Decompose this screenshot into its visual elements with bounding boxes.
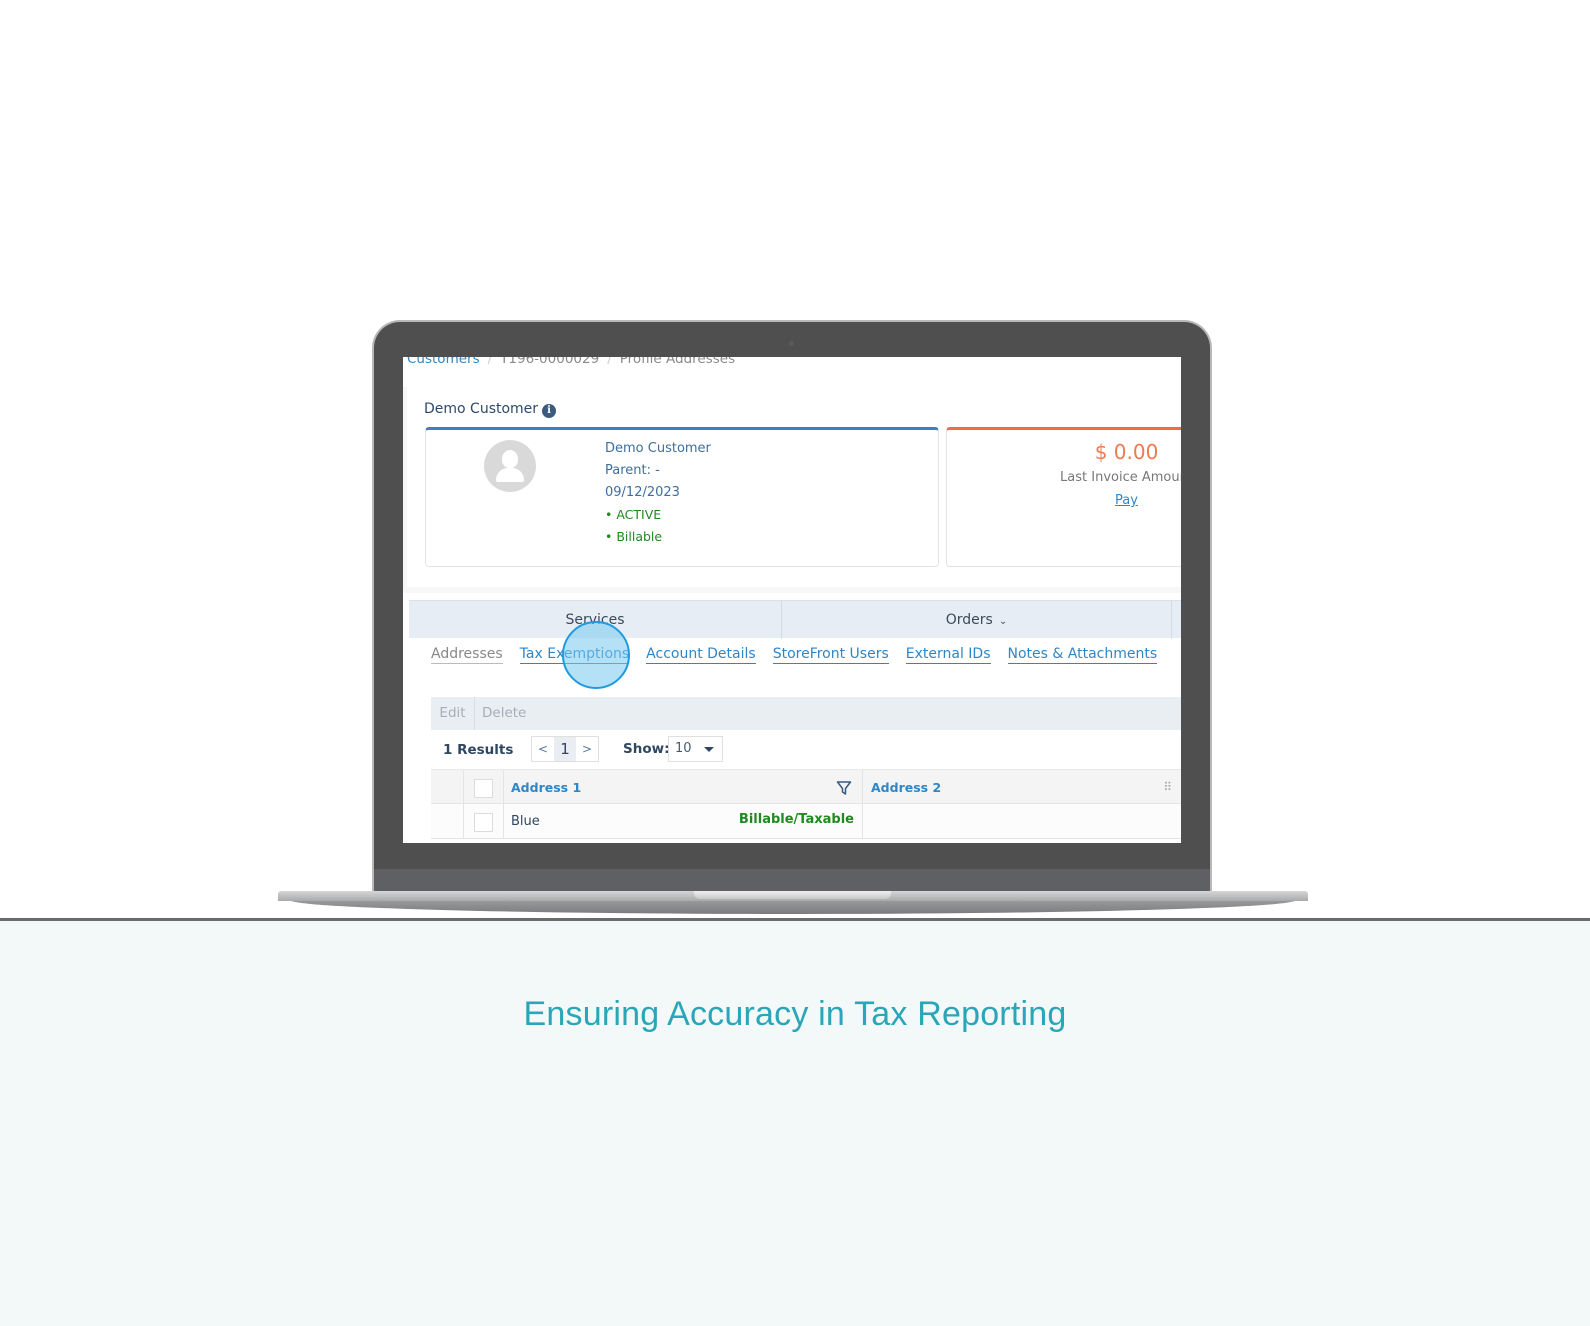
tab-addresses[interactable]: Addresses xyxy=(431,646,503,664)
invoice-card: $ 0.00 Last Invoice Amount Pay xyxy=(946,427,1181,567)
table-toolbar: Edit Delete xyxy=(431,697,1181,730)
cell-address1: Blue Billable/Taxable xyxy=(511,804,863,839)
billable-taxable-badge: Billable/Taxable xyxy=(738,812,854,827)
info-circle-icon[interactable]: i xyxy=(542,404,557,418)
column-header-address1[interactable]: Address 1 xyxy=(511,770,863,805)
nav-orders-label: Orders xyxy=(945,612,993,628)
filter-icon[interactable] xyxy=(836,780,852,796)
breadcrumb: Customers / T196-0000029 / Profile Addresses xyxy=(407,357,735,367)
results-count: 1 Results xyxy=(443,742,514,758)
profile-subtabs: AddressesTax ExemptionsAccount DetailsSt… xyxy=(431,646,1174,664)
edit-button[interactable]: Edit xyxy=(431,697,475,730)
tab-account-details[interactable]: Account Details xyxy=(646,646,756,664)
laptop-screen: Customers / T196-0000029 / Profile Addresses… xyxy=(403,357,1181,843)
cell-address1-text: Blue xyxy=(511,814,540,829)
profile-parent: Parent: - xyxy=(605,463,660,478)
breadcrumb-customers[interactable]: Customers xyxy=(407,357,480,367)
main-nav: Services Orders ⌄ xyxy=(409,600,1181,639)
delete-button[interactable]: Delete xyxy=(482,697,526,730)
caption: Ensuring Accuracy in Tax Reporting xyxy=(523,995,1067,1033)
row-grip-cell xyxy=(431,770,464,805)
show-label: Show: xyxy=(623,741,670,757)
customer-title: Demo Customer i xyxy=(424,401,557,418)
breadcrumb-account-id[interactable]: T196-0000029 xyxy=(500,357,599,367)
pay-link[interactable]: Pay xyxy=(947,493,1181,508)
background-bottom xyxy=(0,921,1590,1326)
tab-notes-attachments[interactable]: Notes & Attachments xyxy=(1007,646,1158,664)
laptop-notch xyxy=(694,891,891,899)
row-checkbox[interactable] xyxy=(474,813,493,832)
breadcrumb-separator: / xyxy=(607,357,612,367)
addresses-table: Address 1 Address 2 ⠿ Blue Billable/Taxa… xyxy=(431,769,1181,839)
row-select-cell xyxy=(464,804,504,839)
select-all-checkbox[interactable] xyxy=(474,779,493,798)
current-page[interactable]: 1 xyxy=(554,737,576,761)
column-header-address2[interactable]: Address 2 ⠿ xyxy=(871,770,1181,805)
customer-title-text: Demo Customer xyxy=(424,401,539,417)
billing-badge: • Billable xyxy=(605,529,663,544)
chevron-down-icon: ⌄ xyxy=(998,616,1008,627)
page-size-value: 10 xyxy=(675,741,692,756)
invoice-amount: $ 0.00 xyxy=(1094,440,1159,464)
pagination: < 1 > xyxy=(531,736,599,762)
breadcrumb-separator: / xyxy=(487,357,493,367)
table-row[interactable]: Blue Billable/Taxable xyxy=(431,804,1181,839)
page-size-select[interactable]: 10 xyxy=(668,736,723,762)
profile-name: Demo Customer xyxy=(605,441,711,456)
cell-address2 xyxy=(871,804,1181,839)
click-indicator xyxy=(562,621,630,689)
profile-details: Demo Customer Parent: - 09/12/2023 • ACT… xyxy=(605,438,711,548)
tab-storefront-users[interactable]: StoreFront Users xyxy=(772,646,889,664)
profile-card: Demo Customer Parent: - 09/12/2023 • ACT… xyxy=(425,427,939,567)
column-header-address2-label: Address 2 xyxy=(871,780,942,795)
tab-external-ids[interactable]: External IDs xyxy=(905,646,991,664)
prev-page-button[interactable]: < xyxy=(532,737,554,761)
table-header-row: Address 1 Address 2 ⠿ xyxy=(431,769,1181,805)
laptop-chin xyxy=(374,869,1210,893)
drag-handle-icon[interactable]: ⠿ xyxy=(1163,770,1172,805)
next-page-button[interactable]: > xyxy=(576,737,598,761)
row-grip-cell xyxy=(431,804,464,839)
avatar-body xyxy=(496,468,524,482)
select-all-cell xyxy=(464,770,504,805)
status-badge: • ACTIVE xyxy=(605,507,662,522)
avatar xyxy=(484,440,536,492)
profile-date: 09/12/2023 xyxy=(605,485,680,500)
camera-icon xyxy=(789,341,794,346)
column-header-address1-label: Address 1 xyxy=(511,780,582,795)
invoice-label: Last Invoice Amount xyxy=(1060,470,1181,485)
breadcrumb-current: Profile Addresses xyxy=(619,357,736,367)
nav-orders[interactable]: Orders ⌄ xyxy=(782,601,1172,639)
caret-down-icon xyxy=(704,747,714,752)
avatar-head xyxy=(502,450,518,468)
